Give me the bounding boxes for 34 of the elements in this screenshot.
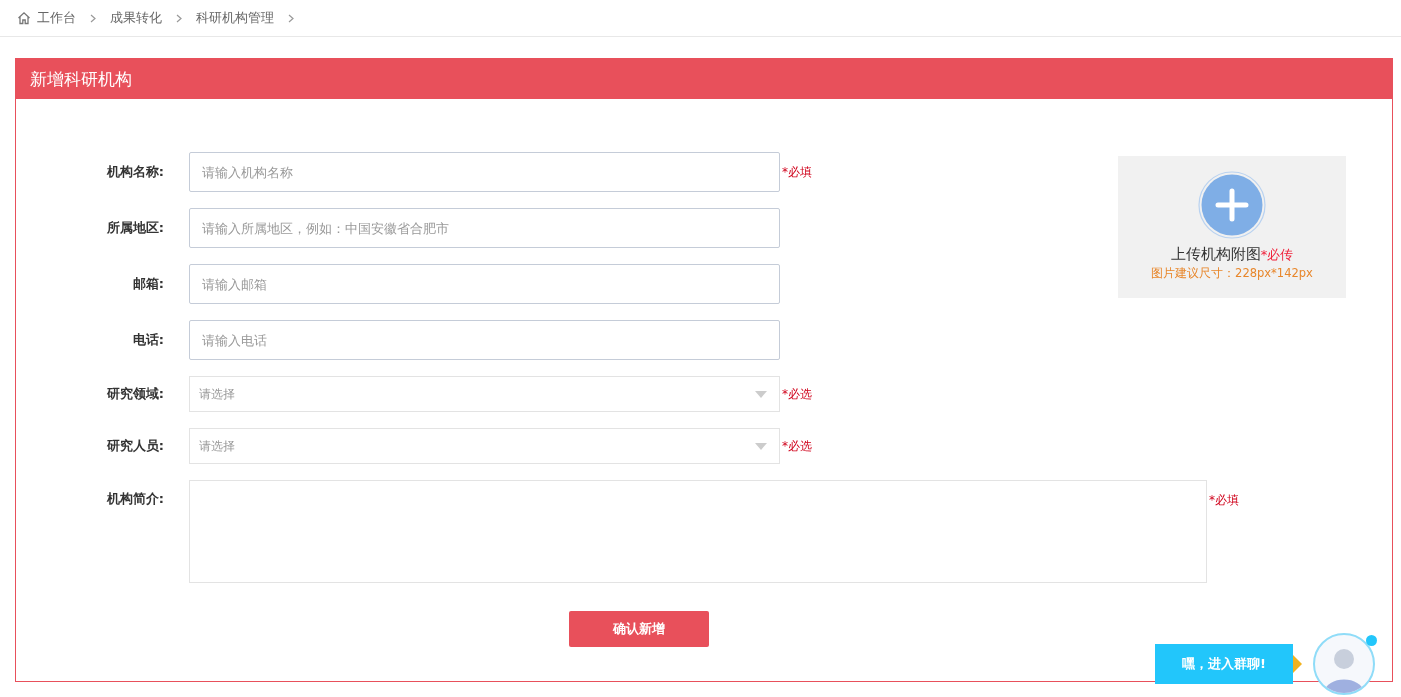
field-label: 邮箱: xyxy=(131,275,164,293)
field-label: 电话: xyxy=(131,331,164,349)
field-label: 所属地区: xyxy=(105,219,164,237)
field-label: 机构名称: xyxy=(105,163,164,181)
breadcrumb-link[interactable]: 科研机构管理 xyxy=(196,9,274,27)
home-icon[interactable] xyxy=(17,11,31,25)
image-upload-area[interactable]: 上传机构附图*必传 图片建议尺寸：228px*142px xyxy=(1118,156,1346,298)
field-label: 研究领域: xyxy=(105,385,164,403)
required-note: *必填 xyxy=(782,163,812,181)
required-note: *必填 xyxy=(1209,492,1239,509)
input-field[interactable]: 请输入电话 xyxy=(189,320,780,360)
add-icon xyxy=(1198,171,1266,239)
input-field[interactable]: 请输入机构名称 xyxy=(189,152,780,192)
submit-button[interactable]: 确认新增 xyxy=(569,611,709,647)
chevron-right-icon xyxy=(176,13,182,23)
chevron-right-icon xyxy=(90,13,96,23)
upload-label: 上传机构附图 xyxy=(1170,245,1261,263)
required-note: *必选 xyxy=(782,385,812,403)
dropdown-arrow-icon xyxy=(755,390,767,398)
breadcrumb-link[interactable]: 成果转化 xyxy=(110,9,162,27)
input-field[interactable]: 请输入邮箱 xyxy=(189,264,780,304)
size-hint: 图片建议尺寸：228px*142px xyxy=(1151,266,1313,281)
required-note: *必传 xyxy=(1260,247,1294,262)
input-field[interactable]: 请输入所属地区，例如：中国安徽省合肥市 xyxy=(189,208,780,248)
field-label: 机构简介: xyxy=(105,490,164,508)
status-dot xyxy=(1366,635,1377,646)
field-label: 研究人员: xyxy=(105,437,164,455)
chevron-right-icon xyxy=(288,13,294,23)
pointer-icon xyxy=(1293,655,1302,673)
panel-title: 新增科研机构 xyxy=(30,67,132,91)
dropdown-arrow-icon xyxy=(755,442,767,450)
textarea-field[interactable] xyxy=(189,480,1207,583)
required-note: *必选 xyxy=(782,437,812,455)
breadcrumb-link[interactable]: 工作台 xyxy=(37,9,76,27)
